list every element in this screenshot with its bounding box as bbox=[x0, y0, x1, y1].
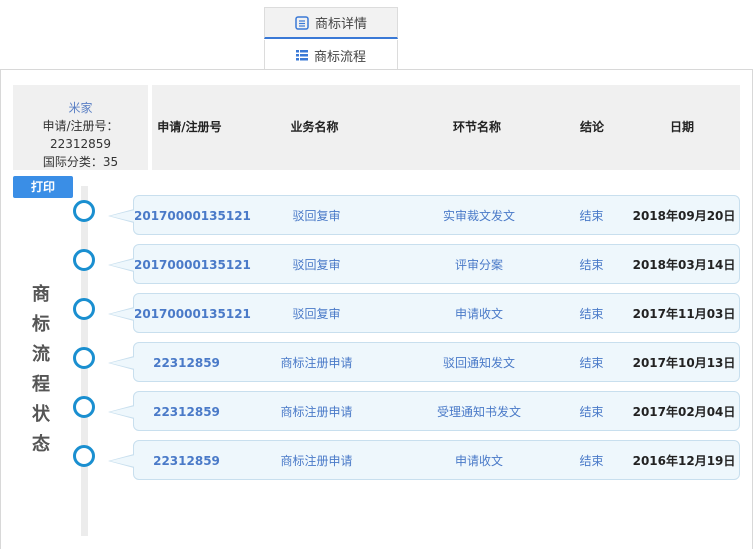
intl-class: 国际分类：35 bbox=[42, 155, 119, 169]
row-business: 商标注册申请 bbox=[280, 405, 353, 419]
row-reg-no[interactable]: 22312859 bbox=[134, 441, 239, 481]
header-reg-no: 申请/注册号 bbox=[157, 120, 222, 134]
document-icon bbox=[295, 15, 309, 30]
flow-row: 20170000135121 驳回复审 申请收文 结束 2017年11月03日 bbox=[108, 293, 740, 334]
title-char: 程 bbox=[32, 374, 50, 395]
title-char: 标 bbox=[32, 314, 50, 335]
print-button[interactable]: 打印 bbox=[13, 176, 73, 198]
title-char: 状 bbox=[32, 404, 50, 425]
row-step: 申请收文 bbox=[454, 454, 503, 468]
row-reg-no[interactable]: 20170000135121 bbox=[134, 196, 251, 236]
row-date: 2017年11月03日 bbox=[632, 307, 736, 321]
reg-number: 申请/注册号：22312859 bbox=[42, 119, 119, 151]
row-result: 结束 bbox=[579, 405, 604, 419]
table-header: 申请/注册号 业务名称 环节名称 结论 日期 bbox=[152, 85, 740, 170]
row-result: 结束 bbox=[579, 356, 604, 370]
timeline-node bbox=[73, 200, 95, 222]
row-step: 申请收文 bbox=[454, 307, 503, 321]
flow-row: 20170000135121 驳回复审 评审分案 结束 2018年03月14日 bbox=[108, 244, 740, 285]
header-step: 环节名称 bbox=[452, 120, 501, 134]
row-date: 2018年03月14日 bbox=[632, 258, 736, 272]
tab-trademark-flow[interactable]: 商标流程 bbox=[264, 40, 398, 70]
flow-row: 22312859 商标注册申请 申请收文 结束 2016年12月19日 bbox=[108, 440, 740, 481]
list-icon bbox=[295, 49, 308, 61]
row-date: 2017年02月04日 bbox=[632, 405, 736, 419]
timeline-node bbox=[73, 396, 95, 418]
tab-flow-label: 商标流程 bbox=[313, 49, 366, 65]
timeline-node bbox=[73, 298, 95, 320]
owner-name: 米家 bbox=[68, 101, 93, 115]
header-business: 业务名称 bbox=[290, 120, 339, 134]
trademark-info-box: 米家 申请/注册号：22312859 国际分类：35 bbox=[13, 85, 148, 170]
timeline-node bbox=[73, 249, 95, 271]
header-result: 结论 bbox=[579, 120, 604, 134]
row-date: 2017年10月13日 bbox=[632, 356, 736, 370]
row-result: 结束 bbox=[579, 454, 604, 468]
flow-row: 22312859 商标注册申请 受理通知书发文 结束 2017年02月04日 bbox=[108, 391, 740, 432]
row-step: 实审裁文发文 bbox=[442, 209, 515, 223]
title-char: 流 bbox=[32, 344, 50, 365]
row-business: 商标注册申请 bbox=[280, 454, 353, 468]
flow-row: 22312859 商标注册申请 驳回通知发文 结束 2017年10月13日 bbox=[108, 342, 740, 383]
row-reg-no[interactable]: 22312859 bbox=[134, 343, 239, 383]
row-business: 商标注册申请 bbox=[280, 356, 353, 370]
row-result: 结束 bbox=[579, 258, 604, 272]
title-char: 态 bbox=[32, 434, 50, 455]
tab-trademark-detail[interactable]: 商标详情 bbox=[264, 7, 398, 39]
tab-detail-label: 商标详情 bbox=[314, 17, 367, 32]
title-char: 商 bbox=[32, 284, 50, 305]
timeline-node bbox=[73, 347, 95, 369]
row-result: 结束 bbox=[579, 209, 604, 223]
row-result: 结束 bbox=[579, 307, 604, 321]
flow-row: 20170000135121 驳回复审 实审裁文发文 结束 2018年09月20… bbox=[108, 195, 740, 236]
row-date: 2018年09月20日 bbox=[632, 209, 736, 223]
row-reg-no[interactable]: 20170000135121 bbox=[134, 245, 251, 285]
row-date: 2016年12月19日 bbox=[632, 454, 736, 468]
timeline-node bbox=[73, 445, 95, 467]
row-business: 驳回复审 bbox=[292, 209, 341, 223]
row-step: 驳回通知发文 bbox=[442, 356, 515, 370]
row-step: 评审分案 bbox=[454, 258, 503, 272]
flow-status-title: 商 标 流 程 状 态 bbox=[30, 280, 52, 460]
row-business: 驳回复审 bbox=[292, 307, 341, 321]
row-step: 受理通知书发文 bbox=[436, 405, 521, 419]
header-date: 日期 bbox=[669, 120, 694, 134]
row-reg-no[interactable]: 22312859 bbox=[134, 392, 239, 432]
row-business: 驳回复审 bbox=[292, 258, 341, 272]
row-reg-no[interactable]: 20170000135121 bbox=[134, 294, 251, 334]
